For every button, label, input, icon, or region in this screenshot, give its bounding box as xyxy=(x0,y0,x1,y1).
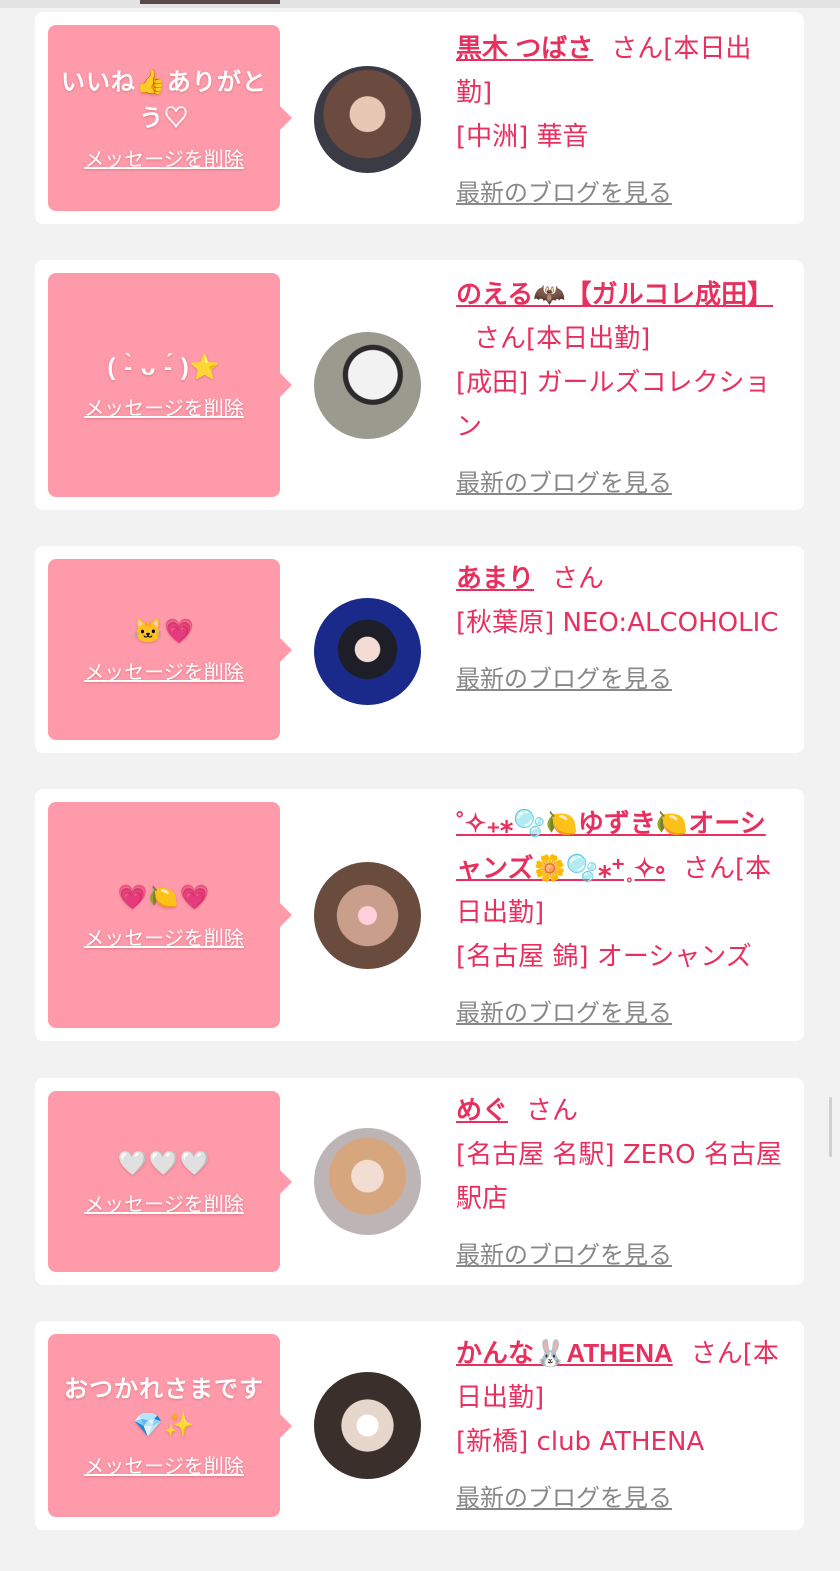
sender-info: かんな🐰ATHENA さん[本日出勤] [新橋] club ATHENA 最新のブ… xyxy=(456,1331,786,1520)
sender-name-link[interactable]: かんな🐰ATHENA xyxy=(456,1338,673,1368)
latest-blog-link[interactable]: 最新のブログを見る xyxy=(456,991,672,1035)
delete-message-link[interactable]: メッセージを削除 xyxy=(84,1188,244,1217)
avatar[interactable] xyxy=(314,598,421,705)
sender-shop: [新橋] club ATHENA xyxy=(456,1427,705,1457)
avatar[interactable] xyxy=(314,66,421,173)
delete-message-link[interactable]: メッセージを削除 xyxy=(84,392,244,421)
message-bubble: 🤍🤍🤍 メッセージを削除 xyxy=(48,1091,292,1272)
delete-message-link[interactable]: メッセージを削除 xyxy=(84,922,244,951)
sender-info: あまり さん [秋葉原] NEO:ALCOHOLIC 最新のブログを見る xyxy=(456,556,786,701)
top-strip xyxy=(0,0,840,8)
sender-suffix: さん xyxy=(526,1096,579,1126)
message-bubble: 🐱💗 メッセージを削除 xyxy=(48,559,292,740)
latest-blog-link[interactable]: 最新のブログを見る xyxy=(456,657,672,701)
latest-blog-link[interactable]: 最新のブログを見る xyxy=(456,1476,672,1520)
avatar[interactable] xyxy=(314,1128,421,1235)
delete-message-link[interactable]: メッセージを削除 xyxy=(84,656,244,685)
sender-suffix: さん[本日出勤] xyxy=(474,324,651,354)
message-card: 💗🍋💗 メッセージを削除 ˚✧₊⁎🫧🍋ゆずき🍋オーシャンズ🌼🫧⁎⁺˳✧༚ さん[本… xyxy=(35,789,804,1041)
sender-suffix: さん xyxy=(552,564,605,594)
sender-name-link[interactable]: めぐ xyxy=(456,1095,508,1125)
sender-name-link[interactable]: あまり xyxy=(456,563,534,593)
message-bubble: 💗🍋💗 メッセージを削除 xyxy=(48,802,292,1028)
scrollbar-thumb[interactable] xyxy=(829,1097,832,1157)
sender-name-link[interactable]: 黒木 つばさ xyxy=(456,33,593,63)
avatar[interactable] xyxy=(314,1372,421,1479)
sender-info: 黒木 つばさ さん[本日出勤] [中洲] 華音 最新のブログを見る xyxy=(456,26,786,215)
latest-blog-link[interactable]: 最新のブログを見る xyxy=(456,1233,672,1277)
message-text: おつかれさまです💎✨ xyxy=(64,1376,264,1439)
sender-shop: [名古屋 名駅] ZERO 名古屋駅店 xyxy=(456,1140,782,1214)
sender-shop: [秋葉原] NEO:ALCOHOLIC xyxy=(456,608,779,638)
message-text: ( -̀ ᴗ -́ )⭐ xyxy=(107,353,221,381)
latest-blog-link[interactable]: 最新のブログを見る xyxy=(456,171,672,215)
message-text: いいね👍ありがとう♡ xyxy=(61,68,267,132)
message-card: 🐱💗 メッセージを削除 あまり さん [秋葉原] NEO:ALCOHOLIC 最新… xyxy=(35,546,804,753)
sender-shop: [中洲] 華音 xyxy=(456,122,589,152)
message-text: 🤍🤍🤍 xyxy=(117,1150,211,1177)
message-bubble: いいね👍ありがとう♡ メッセージを削除 xyxy=(48,25,292,211)
message-bubble: おつかれさまです💎✨ メッセージを削除 xyxy=(48,1334,292,1517)
sender-name-link[interactable]: のえる🦇【ガルコレ成田】 xyxy=(456,279,773,309)
message-card: いいね👍ありがとう♡ メッセージを削除 黒木 つばさ さん[本日出勤] [中洲] … xyxy=(35,12,804,224)
avatar[interactable] xyxy=(314,332,421,439)
latest-blog-link[interactable]: 最新のブログを見る xyxy=(456,461,672,505)
sender-info: ˚✧₊⁎🫧🍋ゆずき🍋オーシャンズ🌼🫧⁎⁺˳✧༚ さん[本日出勤] [名古屋 錦] … xyxy=(456,801,786,1035)
sender-shop: [名古屋 錦] オーシャンズ xyxy=(456,942,752,972)
delete-message-link[interactable]: メッセージを削除 xyxy=(84,1450,244,1479)
avatar[interactable] xyxy=(314,862,421,969)
message-text: 💗🍋💗 xyxy=(117,883,211,911)
message-card: おつかれさまです💎✨ メッセージを削除 かんな🐰ATHENA さん[本日出勤] [… xyxy=(35,1321,804,1530)
sender-shop: [成田] ガールズコレクション xyxy=(456,368,771,442)
message-card: ( -̀ ᴗ -́ )⭐ メッセージを削除 のえる🦇【ガルコレ成田】さん[本日出… xyxy=(35,260,804,510)
delete-message-link[interactable]: メッセージを削除 xyxy=(84,143,244,172)
active-tab-indicator xyxy=(140,0,280,4)
message-bubble: ( -̀ ᴗ -́ )⭐ メッセージを削除 xyxy=(48,273,292,497)
message-text: 🐱💗 xyxy=(133,618,195,645)
sender-info: のえる🦇【ガルコレ成田】さん[本日出勤] [成田] ガールズコレクション 最新の… xyxy=(456,272,786,505)
message-card: 🤍🤍🤍 メッセージを削除 めぐ さん [名古屋 名駅] ZERO 名古屋駅店 最新… xyxy=(35,1078,804,1285)
sender-info: めぐ さん [名古屋 名駅] ZERO 名古屋駅店 最新のブログを見る xyxy=(456,1088,786,1277)
